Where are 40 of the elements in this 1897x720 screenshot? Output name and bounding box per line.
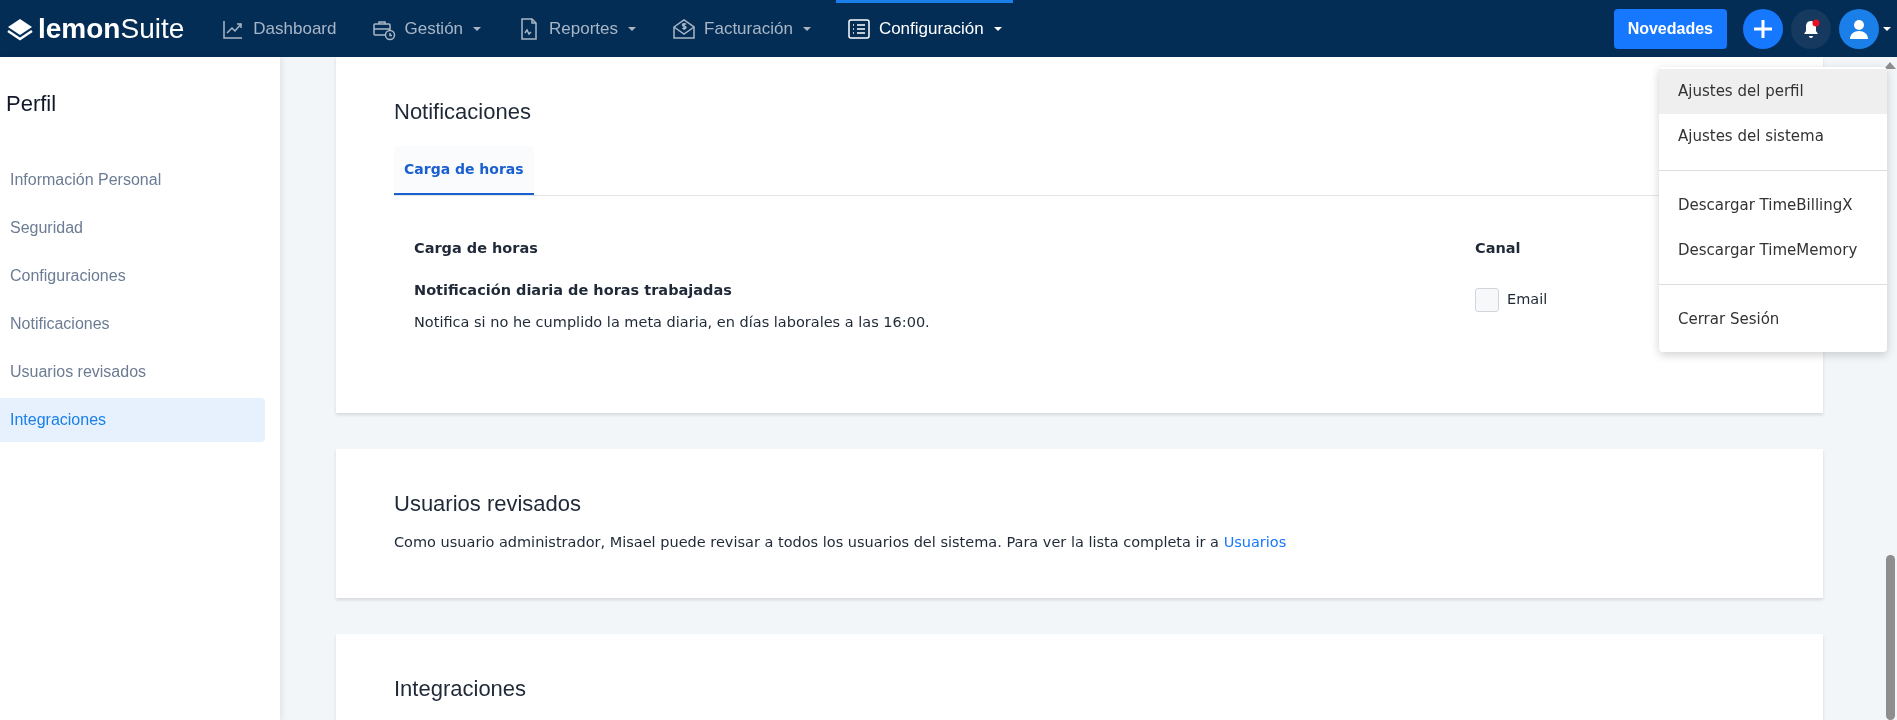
notification-description: Notifica si no he cumplido la meta diaria, en días laborales a las 16:00. bbox=[414, 312, 931, 332]
nav-link[interactable]: Gestión bbox=[361, 0, 493, 57]
sidebar-title: Perfil bbox=[6, 90, 58, 118]
sidebar-item[interactable]: Integraciones bbox=[0, 398, 265, 442]
card-title: Integraciones bbox=[394, 676, 527, 703]
notification-title: Notificación diaria de horas trabajadas bbox=[414, 280, 732, 300]
logo-icon bbox=[6, 16, 34, 41]
sidebar-item[interactable]: Configuraciones bbox=[0, 254, 265, 298]
card-title: Notificaciones bbox=[394, 99, 531, 126]
sidebar-item[interactable]: Notificaciones bbox=[0, 302, 265, 346]
menu-item[interactable]: Ajustes del perfil bbox=[1659, 69, 1887, 114]
user-avatar-button[interactable] bbox=[1839, 8, 1879, 49]
scrollbar-thumb[interactable] bbox=[1886, 555, 1895, 720]
list-icon bbox=[846, 16, 871, 41]
nav-link[interactable]: Dashboard bbox=[210, 0, 348, 57]
news-button[interactable]: Novedades bbox=[1613, 8, 1727, 49]
tab[interactable]: Carga de horas bbox=[394, 146, 534, 195]
caret-icon bbox=[1883, 26, 1891, 31]
menu-item[interactable]: Ajustes del sistema bbox=[1659, 113, 1887, 158]
menu-item[interactable]: Cerrar Sesión bbox=[1659, 297, 1887, 342]
column-header: Carga de horas bbox=[414, 239, 538, 258]
menu-item[interactable]: Descargar TimeMemory bbox=[1659, 227, 1887, 272]
menu-item[interactable]: Descargar TimeBillingX bbox=[1659, 183, 1887, 228]
user-icon bbox=[1848, 17, 1870, 40]
sidebar-item[interactable]: Usuarios revisados bbox=[0, 350, 265, 394]
nav-link[interactable]: Facturación bbox=[661, 0, 822, 57]
users-link[interactable]: Usuarios bbox=[1223, 534, 1287, 551]
nav-link[interactable]: Reportes bbox=[506, 0, 648, 57]
sidebar-item[interactable]: Información Personal bbox=[0, 158, 265, 202]
notifications-button[interactable] bbox=[1791, 8, 1831, 49]
envelope-dollar-icon bbox=[672, 16, 697, 41]
checkbox-label: Email bbox=[1507, 289, 1548, 309]
add-button[interactable] bbox=[1743, 8, 1783, 49]
plus-icon bbox=[1752, 17, 1774, 40]
checkbox[interactable] bbox=[1475, 287, 1499, 312]
brand-logo: lemonSuite bbox=[38, 14, 185, 43]
card-title: Usuarios revisados bbox=[394, 491, 582, 518]
card-text: Como usuario administrador, Misael puede revisar a todos los usuarios del sistema. Para ver la lista completa ir a Usuarios bbox=[394, 533, 1288, 553]
column-header: Canal bbox=[1475, 239, 1521, 258]
sidebar-item[interactable]: Seguridad bbox=[0, 206, 265, 250]
